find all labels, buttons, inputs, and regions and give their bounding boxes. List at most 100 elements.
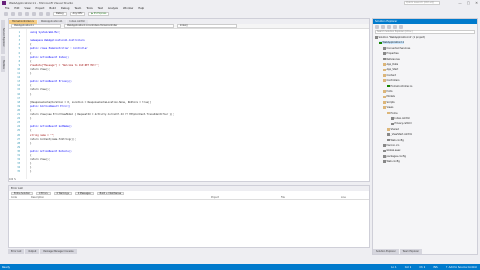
solution-bottom-tab[interactable]: Solution Explorer [373,249,399,254]
tree-node[interactable]: Controllers [383,79,400,82]
char-indicator: Ch 1 [419,265,426,269]
solution-tab-strip: Solution Explorer Team Explorer [373,249,423,254]
tree-node[interactable]: Models [383,95,395,98]
menu-item-tools[interactable]: Tools [86,7,92,10]
csharp-file-icon [387,84,390,88]
bottom-tab[interactable]: Error List [8,249,25,254]
tree-node[interactable]: Scripts [383,101,395,104]
home-icon[interactable] [375,24,379,29]
minimize-button[interactable]: — [458,1,462,5]
save-icon[interactable] [32,12,36,16]
file-icon [387,138,390,142]
error-list-columns: Code Description Project File Line [9,196,369,200]
menu-item-edit[interactable]: Edit [14,7,19,10]
tree-node[interactable]: fonts [383,90,393,93]
code-line: } [30,141,32,145]
properties-icon[interactable] [399,24,403,29]
menu-item-build[interactable]: Build [49,7,56,10]
messages-filter-button[interactable]: 0 Messages [74,191,94,196]
csharp-file-icon [379,41,382,45]
error-list-column-project[interactable]: Project [209,196,279,199]
menu-item-view[interactable]: View [24,7,30,10]
tree-node-label: Models [386,95,395,99]
tree-node[interactable]: WebApplication11 [379,41,405,45]
refresh-icon[interactable] [387,24,391,29]
tree-node[interactable]: Content [383,74,396,77]
error-list-column-file[interactable]: File [279,196,339,199]
tree-node[interactable]: HomeController.cs [387,85,412,88]
solution-toolbar [373,24,477,29]
line-number: 29 [17,145,20,149]
new-project-icon[interactable] [18,12,22,16]
maximize-button[interactable]: ▢ [467,1,470,5]
forward-icon[interactable] [11,12,15,16]
line-number: 28 [17,141,20,145]
tree-node[interactable]: Properties [383,52,399,55]
line-number: 16 [17,92,20,96]
line-number: 5 [18,47,20,51]
tree-node[interactable]: Privacy.cshtml [391,122,412,125]
warnings-filter-button[interactable]: 0 Warnings [53,191,72,196]
back-icon[interactable] [4,12,8,16]
tree-node[interactable]: References [383,58,400,61]
menu-item-analyze[interactable]: Analyze [108,7,118,10]
menu-item-debug[interactable]: Debug [61,7,70,10]
line-indicator: Ln 1 [391,265,397,269]
redo-icon[interactable] [46,12,50,16]
undo-icon[interactable] [39,12,43,16]
menu-item-help[interactable]: Help [138,7,144,10]
error-list-column-line[interactable]: Line [339,196,359,199]
line-number: 9 [18,63,20,67]
platform-select[interactable]: Any CPU [69,12,86,16]
config-select[interactable]: Debug [53,12,67,16]
menu-item-file[interactable]: File [5,7,9,10]
server-explorer-tab[interactable]: Server Explorer [1,20,5,54]
bottom-tab[interactable]: Package Manager Console [40,249,77,254]
menu-item-project[interactable]: Project [36,7,45,10]
collapse-all-icon[interactable] [393,24,397,29]
zoom-level[interactable]: 100 % [9,178,16,181]
menu-item-window[interactable]: Window [123,7,133,10]
tree-node[interactable]: _ViewStart.cshtml [387,133,412,136]
quick-launch-input[interactable]: Quick Launch (Ctrl+Q) [404,1,440,5]
menu-item-test[interactable]: Test [98,7,103,10]
code-line: } [30,72,32,75]
sync-icon[interactable] [381,24,385,29]
tree-node[interactable]: Shared [387,128,399,131]
tree-node[interactable]: Solution 'WebApplication11' (1 project) [375,36,425,39]
code-editor[interactable]: 1 2 3 4 5 6 7 8 9 10 11 12 13 14 15 16 17 18 19 20 21 22 23 24 2… [9,29,369,181]
error-list-column-code[interactable]: Code [9,196,29,199]
tree-node[interactable]: packages.config [383,155,406,158]
tree-node[interactable]: Home [387,112,398,115]
errors-filter-button[interactable]: 0 Errors [36,191,51,196]
class-nav-select[interactable]: WebApplication11.Controllers.HomeControl… [64,24,174,28]
error-list-column-description[interactable]: Description [29,196,209,199]
run-button[interactable]: ▶ IIS Express [88,12,110,16]
tree-node-label: References [386,57,400,61]
menu-item-team[interactable]: Team [74,7,81,10]
tree-node[interactable]: Connected Services [383,47,410,50]
project-nav-select[interactable]: WebApplication11 [11,24,61,28]
open-file-icon[interactable] [25,12,29,16]
source-control-button[interactable]: ↑ Add to Source Control [446,266,477,269]
tree-node[interactable]: Web.config [383,160,400,163]
tree-node[interactable]: Web.config [387,139,404,142]
solution-search-input[interactable]: Search Solution Explorer (Ctrl+;) [375,30,475,34]
folder-icon [383,90,386,93]
scope-select[interactable]: Entire Solution [11,191,34,196]
tree-node[interactable]: App_Start [383,68,398,71]
tree-node[interactable]: favicon.ico [383,144,399,147]
build-source-select[interactable]: Build + IntelliSense [96,191,125,196]
tree-node[interactable]: Views [383,106,393,109]
line-number: 33 [17,162,20,166]
tree-node[interactable]: Global.asax [383,149,400,152]
line-number: 6 [18,51,20,55]
tree-node[interactable]: Index.cshtml [391,117,410,120]
toolbox-tab[interactable]: Toolbox [1,56,5,72]
member-nav-select[interactable]: Index() [177,24,237,28]
bottom-tab[interactable]: Output [25,249,40,254]
tree-node[interactable]: App_Data [383,63,398,66]
window-title: WebApplication11 - Microsoft Visual Stud… [9,1,74,5]
solution-bottom-tab[interactable]: Team Explorer [399,249,423,254]
close-button[interactable]: ✕ [475,1,478,5]
